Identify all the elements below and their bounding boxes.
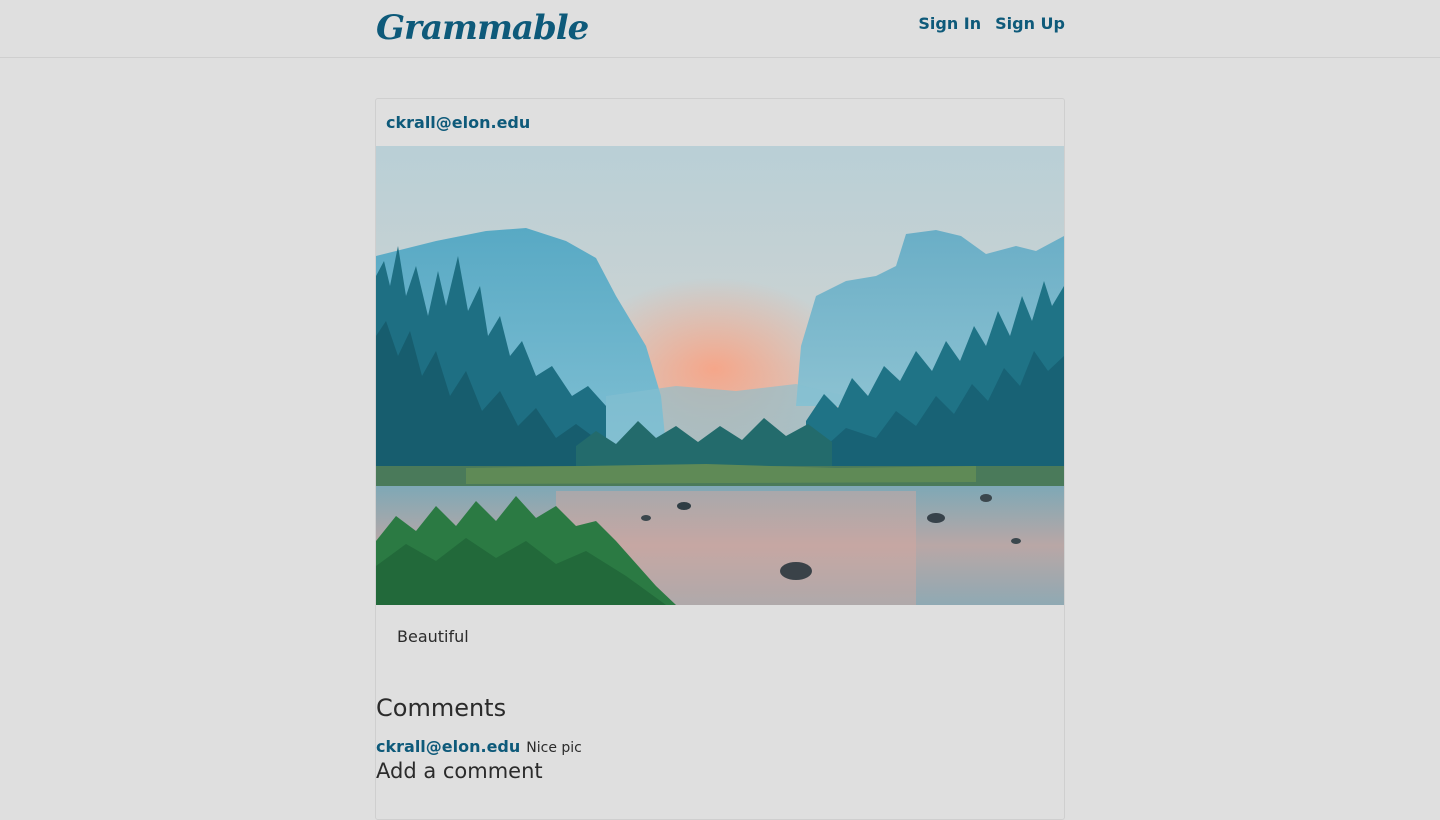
- add-comment-heading: Add a comment: [376, 759, 543, 783]
- sign-in-link[interactable]: Sign In: [918, 14, 981, 34]
- comment-author-link[interactable]: ckrall@elon.edu: [376, 737, 520, 756]
- post-card: ckrall@elon.edu Beautiful Comments ckral…: [375, 98, 1065, 820]
- post-caption: Beautiful: [397, 627, 469, 646]
- post-header: ckrall@elon.edu: [376, 99, 1064, 147]
- comments-heading: Comments: [376, 694, 507, 722]
- comment-item: ckrall@elon.edu Nice pic: [376, 737, 582, 756]
- comment-text: Nice pic: [526, 740, 582, 756]
- sign-up-link[interactable]: Sign Up: [995, 14, 1065, 34]
- navbar: Grammable Sign In Sign Up: [0, 0, 1440, 58]
- nav-links: Sign In Sign Up: [918, 14, 1065, 34]
- brand-logo[interactable]: Grammable: [376, 4, 589, 52]
- post-author-link[interactable]: ckrall@elon.edu: [386, 113, 530, 132]
- post-photo: [376, 146, 1064, 605]
